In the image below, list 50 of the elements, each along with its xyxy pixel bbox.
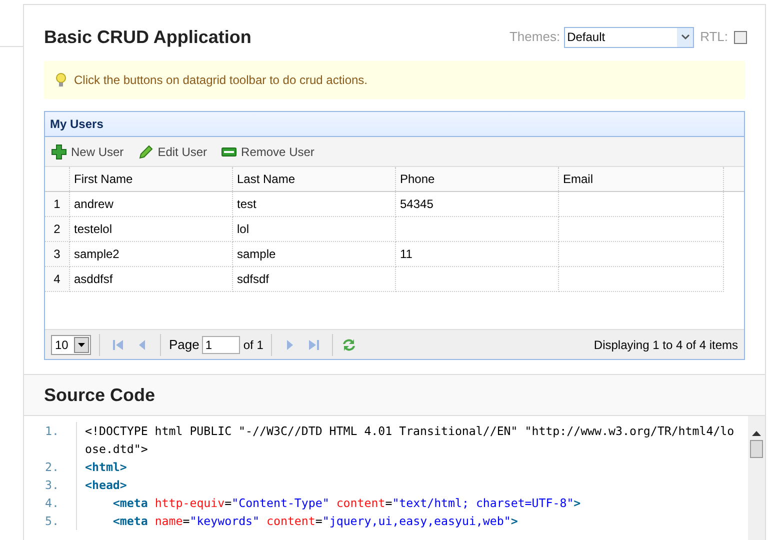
plus-icon [51,144,67,160]
scrollbar[interactable] [748,416,765,540]
row-number: 2 [45,217,70,242]
table-cell: sdfsdf [233,267,396,292]
table-cell: asddfsf [70,267,233,292]
page-title: Basic CRUD Application [44,26,252,49]
section-title: Source Code [44,384,156,406]
table-cell: sample [233,242,396,267]
column-header[interactable]: First Name [70,167,233,191]
caret-down-icon [78,342,85,346]
line-number: 4. [44,495,60,512]
line-number: 3. [44,477,60,494]
table-cell: test [233,192,396,217]
page-number-field[interactable]: 1 [202,336,240,354]
toolbar-button[interactable]: Remove User [221,142,314,160]
panel-title: My Users [50,116,104,133]
table-cell: sample2 [70,242,233,267]
column-header[interactable]: Last Name [233,167,396,191]
page-label: Page [169,336,200,354]
row-number: 1 [45,192,70,217]
row-number: 3 [45,242,70,267]
line-number: 1. [44,423,60,440]
table-cell: andrew [70,192,233,217]
scroll-thumb[interactable] [750,440,763,458]
page-count: of 1 [243,336,264,354]
pagination-info: Displaying 1 to 4 of 4 items [594,336,738,354]
toolbar-button[interactable]: Edit User [138,142,208,160]
last-page-icon[interactable] [308,338,320,350]
first-page-icon[interactable] [112,338,124,350]
pencil-icon [138,144,154,160]
row-number: 4 [45,267,70,292]
themes-label: Themes: [509,28,560,46]
lightbulb-icon [56,72,66,88]
rtl-checkbox[interactable] [734,30,747,44]
table-cell: testelol [70,217,233,242]
themes-select[interactable]: Default [564,26,694,48]
table-cell: 11 [396,242,559,267]
rtl-label: RTL: [700,28,728,46]
table-cell: 54345 [396,192,559,217]
line-number: 5. [44,513,60,530]
table-cell: lol [233,217,396,242]
line-number: 2. [44,459,60,476]
chevron-down-icon [680,34,690,40]
column-header[interactable]: Phone [396,167,559,191]
column-header[interactable]: Email [559,167,724,191]
page-size-select[interactable]: 10 [51,334,91,354]
toolbar-button[interactable]: New User [51,142,124,160]
tip-text: Click the buttons on datagrid toolbar to do crud actions. [74,72,368,89]
scroll-up-icon[interactable] [752,430,761,436]
refresh-icon[interactable] [341,336,358,352]
